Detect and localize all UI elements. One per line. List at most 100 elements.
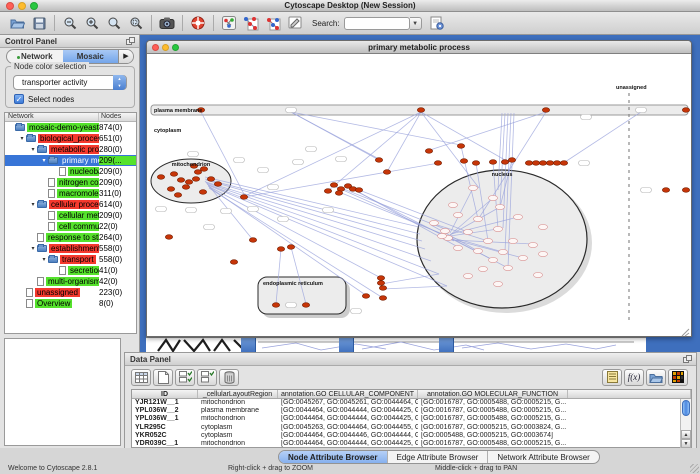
network-tree-row[interactable]: ▾cellular process614(0) <box>5 199 136 210</box>
network-in-box-icon[interactable] <box>218 14 240 33</box>
nucleus-node[interactable] <box>494 226 503 231</box>
search-dropdown-arrow[interactable]: ▼ <box>410 17 422 30</box>
network-tree-row[interactable]: ▾biological_process651(0) <box>5 133 136 144</box>
network-tree-row[interactable]: macromolecule311(0) <box>5 188 136 199</box>
network-node[interactable] <box>546 161 553 166</box>
network-node[interactable] <box>508 158 515 163</box>
nucleus-node[interactable] <box>484 238 493 243</box>
background-windows[interactable] <box>146 337 646 352</box>
column-header[interactable]: ID <box>132 390 198 398</box>
network-node[interactable] <box>434 161 441 166</box>
network-node[interactable] <box>157 175 164 180</box>
resize-grip[interactable] <box>690 464 699 473</box>
nucleus-node[interactable] <box>469 185 478 190</box>
network-name[interactable]: response to stimulu <box>46 233 99 242</box>
network-name[interactable]: secretion <box>68 266 99 275</box>
network-edge[interactable] <box>383 286 447 289</box>
network-tree-row[interactable]: ▾primary metabo209(... <box>5 155 136 166</box>
network-node[interactable] <box>377 276 384 281</box>
column-nodes[interactable]: Nodes <box>99 113 136 121</box>
tab-edge-attribute-browser[interactable]: Edge Attribute Browser <box>388 451 489 463</box>
network-name[interactable]: metabolic process <box>49 145 99 154</box>
network-name[interactable]: establishment of lo <box>49 244 99 253</box>
network-node[interactable] <box>355 188 362 193</box>
network-node[interactable] <box>207 177 214 182</box>
nucleus-node[interactable] <box>464 229 473 234</box>
nucleus-node[interactable] <box>499 249 508 254</box>
network-node[interactable] <box>362 294 369 299</box>
import-icon[interactable] <box>646 369 666 386</box>
column-header[interactable]: annotation.GO CELLULAR_COMPONENT <box>278 390 418 398</box>
table-cell[interactable]: YJR121W__1 <box>132 399 198 407</box>
network-node[interactable] <box>335 191 342 196</box>
table-cell[interactable]: [GO:0044464, GO:0044444, GO:0044425, G..… <box>278 407 418 415</box>
nucleus-node[interactable] <box>534 272 543 277</box>
network-node[interactable] <box>375 158 382 163</box>
network-node[interactable] <box>532 161 539 166</box>
search-config-icon[interactable] <box>426 14 448 33</box>
network-tree-row[interactable]: ▾transport558(0) <box>5 254 136 265</box>
network-tree-row[interactable]: cell communicat22(0) <box>5 221 136 232</box>
network-tree-row[interactable]: nucleobase-209(0) <box>5 166 136 177</box>
float-panel-icon[interactable] <box>126 37 135 46</box>
network-edge[interactable] <box>208 185 447 286</box>
table-cell[interactable]: mitochondrion <box>198 440 278 448</box>
close-view-button[interactable] <box>152 44 159 51</box>
table-cell[interactable]: [GO:0005488, GO:0005215, GO:0003674] <box>418 432 568 440</box>
tab-network-attribute-browser[interactable]: Network Attribute Browser <box>488 451 598 463</box>
table-cell[interactable]: YDR039C__1 <box>132 440 198 448</box>
help-icon[interactable] <box>187 14 209 33</box>
nucleus-node[interactable] <box>529 242 538 247</box>
formula-icon[interactable]: f(x) <box>624 369 644 386</box>
nucleus-node[interactable] <box>464 273 473 278</box>
network-node[interactable] <box>182 185 189 190</box>
network-name[interactable]: Overview <box>35 299 72 308</box>
network-node[interactable] <box>277 247 284 252</box>
table-cell[interactable]: [GO:0044464, GO:0044444, GO:0044425, G..… <box>278 440 418 448</box>
network-tree-row[interactable]: multi-organism pro42(0) <box>5 276 136 287</box>
network-node[interactable] <box>249 238 256 243</box>
region-nucleus[interactable] <box>417 170 587 308</box>
disclosure-arrow-icon[interactable]: ▾ <box>40 157 48 164</box>
network-name[interactable]: cellular process <box>49 200 99 209</box>
network-name[interactable]: cellular metabo <box>57 211 99 220</box>
table-cell[interactable]: plasma membrane <box>198 407 278 415</box>
network-node[interactable] <box>185 180 192 185</box>
table-cell[interactable]: [GO:0044464, GO:0044444, GO:0044425, G..… <box>278 415 418 423</box>
network-node[interactable] <box>379 286 386 291</box>
nucleus-node[interactable] <box>449 202 458 207</box>
network-node[interactable] <box>525 161 532 166</box>
column-header[interactable]: _cellularLayoutRegion <box>198 390 278 398</box>
scroll-down-button[interactable]: ▼ <box>681 439 691 448</box>
network-node[interactable] <box>302 303 309 308</box>
table-row[interactable]: YDR039C__1mitochondrion[GO:0044464, GO:0… <box>132 440 691 448</box>
table-cell[interactable]: YPL036W__2 <box>132 407 198 415</box>
network-window-titlebar[interactable]: primary metabolic process <box>147 41 691 54</box>
network-tree-row[interactable]: unassigned223(0) <box>5 287 136 298</box>
network-node[interactable] <box>324 189 331 194</box>
network-node[interactable] <box>192 177 199 182</box>
vizmapper-nodes-icon[interactable] <box>240 14 262 33</box>
network-node[interactable] <box>539 161 546 166</box>
table-row[interactable]: YJR121W__1mitochondrion[GO:0045267, GO:0… <box>132 399 691 407</box>
zoom-window-button[interactable] <box>30 2 38 10</box>
network-tree-row[interactable]: mosaic-demo-yeast874(0) <box>5 122 136 133</box>
network-node[interactable] <box>542 108 549 113</box>
nucleus-node[interactable] <box>539 224 548 229</box>
table-cell[interactable]: [GO:0016787, GO:0005488, GO:0005215, G..… <box>418 407 568 415</box>
scroll-up-button[interactable]: ▲ <box>681 430 691 439</box>
vizmapper-edges-icon[interactable] <box>262 14 284 33</box>
network-node[interactable] <box>330 183 337 188</box>
network-node[interactable] <box>682 108 689 113</box>
network-edge[interactable] <box>206 182 425 249</box>
table-cell[interactable]: YPL036W__1 <box>132 415 198 423</box>
network-node[interactable] <box>472 161 479 166</box>
network-node[interactable] <box>460 159 467 164</box>
network-node[interactable] <box>170 172 177 177</box>
nucleus-node[interactable] <box>441 228 450 233</box>
annotation-icon[interactable] <box>284 14 306 33</box>
network-tree-row[interactable]: response to stimulu264(0) <box>5 232 136 243</box>
select-attributes-icon[interactable] <box>175 369 195 386</box>
network-node[interactable] <box>379 296 386 301</box>
network-edge[interactable] <box>421 112 505 160</box>
